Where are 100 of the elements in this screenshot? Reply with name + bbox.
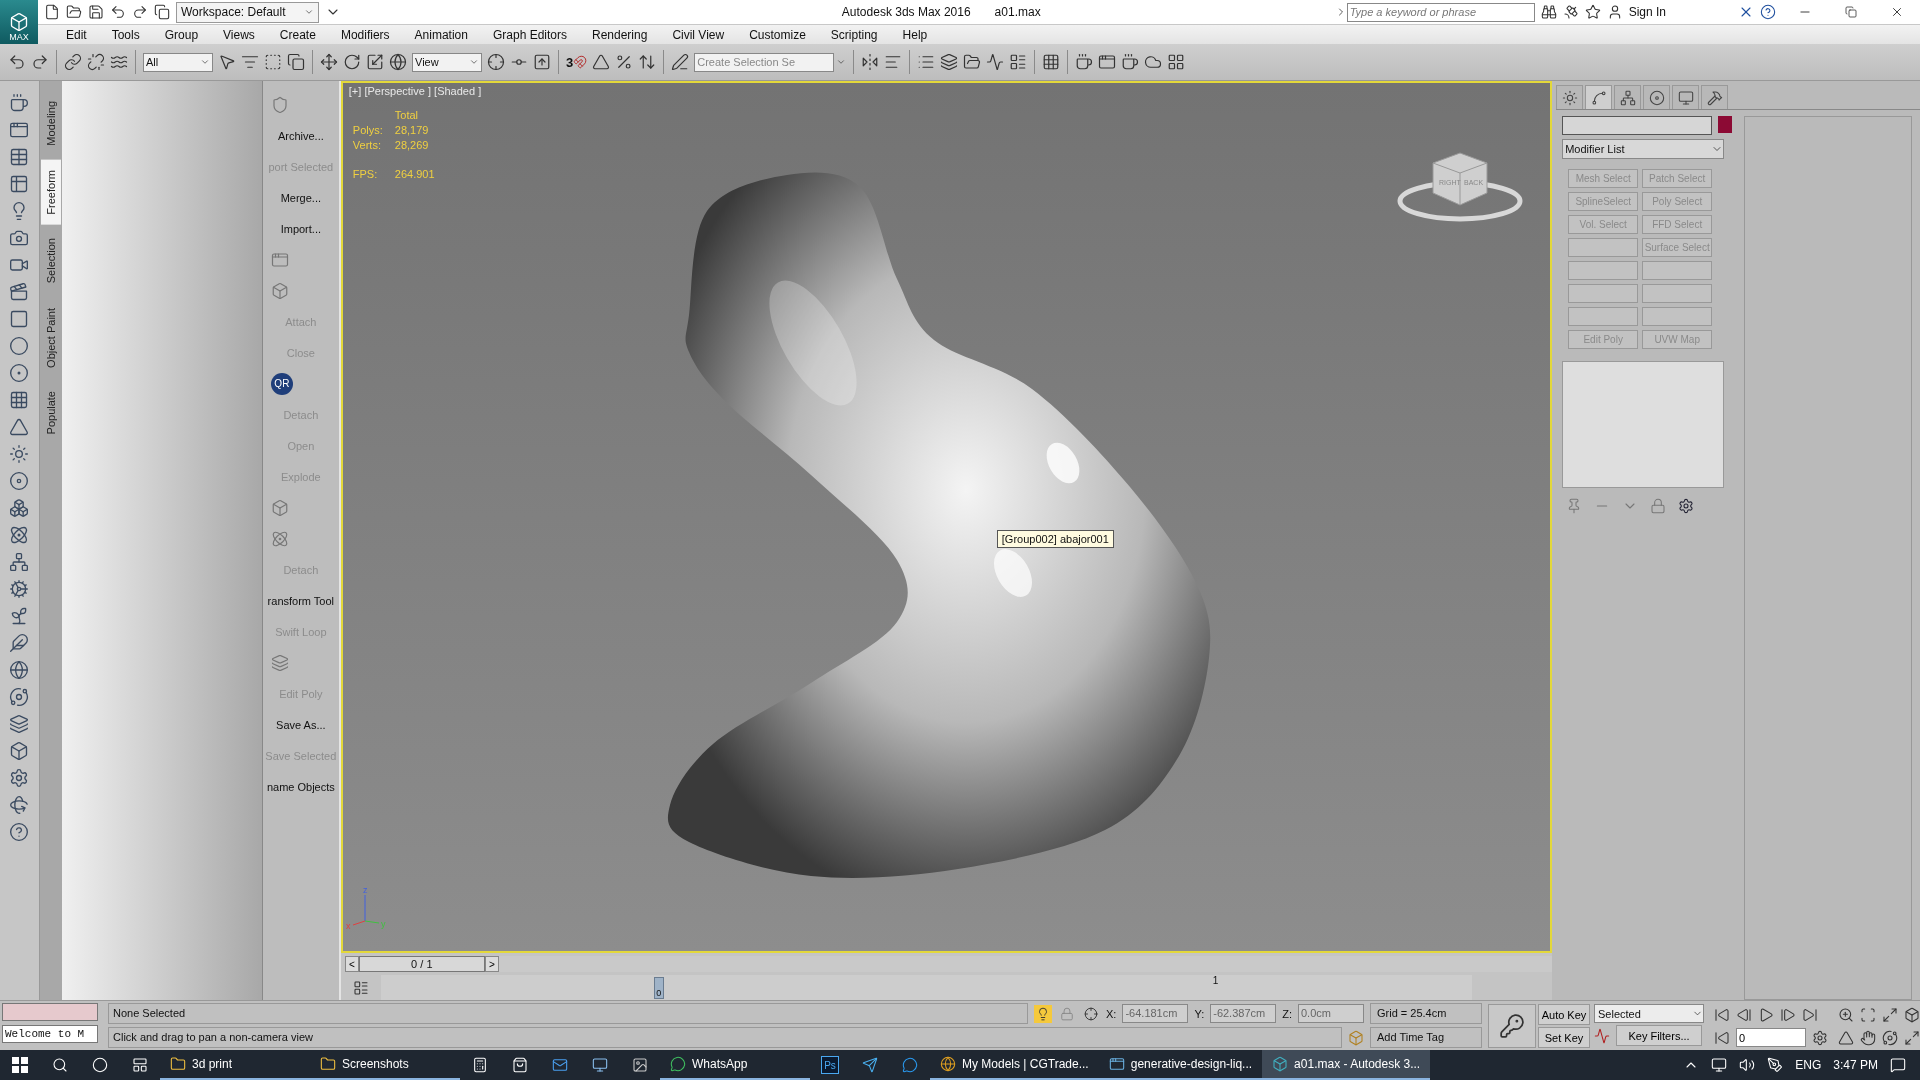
cube-icon[interactable] bbox=[9, 12, 29, 32]
ribbon-tab[interactable]: Freeform bbox=[40, 159, 61, 225]
scale-icon[interactable] bbox=[366, 53, 384, 71]
quad-badge[interactable]: QR bbox=[270, 372, 293, 395]
monitor-icon[interactable] bbox=[1677, 89, 1694, 106]
key-set-dropdown[interactable]: Selected bbox=[1594, 1004, 1704, 1023]
taskbar-app[interactable]: a01.max - Autodesk 3... bbox=[1262, 1050, 1431, 1080]
clapperboard-icon[interactable] bbox=[9, 282, 30, 302]
command-item[interactable]: Import... bbox=[262, 213, 339, 244]
new-file-icon[interactable] bbox=[44, 4, 60, 20]
percent-snap-icon[interactable] bbox=[615, 53, 634, 71]
unlink-icon[interactable] bbox=[87, 53, 105, 71]
menu-item[interactable]: Animation bbox=[402, 27, 481, 42]
selection-set-field[interactable]: Create Selection Se bbox=[694, 52, 835, 72]
coordinate-field[interactable]: -62.387cm bbox=[1210, 1004, 1277, 1023]
configure-icon[interactable] bbox=[1678, 498, 1695, 514]
undo-icon[interactable] bbox=[8, 53, 26, 71]
volume-icon[interactable] bbox=[1739, 1057, 1756, 1073]
hierarchy-icon[interactable] bbox=[9, 552, 30, 572]
go-to-end-icon[interactable] bbox=[1802, 1006, 1818, 1023]
mail-icon[interactable] bbox=[552, 1057, 568, 1073]
pan-icon[interactable] bbox=[1860, 1029, 1876, 1046]
caret-icon[interactable] bbox=[200, 57, 210, 67]
sign-in-link[interactable]: Sign In bbox=[1628, 5, 1666, 19]
search-field[interactable]: Type a keyword or phrase bbox=[1346, 2, 1535, 22]
list-icon[interactable] bbox=[917, 53, 936, 71]
modifier-list-dropdown[interactable]: Modifier List bbox=[1562, 139, 1725, 159]
photoshop-icon[interactable]: Ps bbox=[821, 1056, 839, 1074]
sun-icon[interactable] bbox=[9, 444, 30, 464]
curve-editor-icon[interactable] bbox=[352, 979, 369, 996]
orbit-icon[interactable] bbox=[1882, 1029, 1898, 1046]
sun-icon[interactable] bbox=[1561, 89, 1578, 106]
store-icon[interactable] bbox=[512, 1057, 528, 1073]
link-icon[interactable] bbox=[64, 53, 82, 71]
cube-icon[interactable] bbox=[1272, 1056, 1289, 1072]
previous-frame-icon[interactable] bbox=[1736, 1006, 1752, 1023]
hammer-icon[interactable] bbox=[1706, 89, 1723, 106]
close-icon[interactable] bbox=[1890, 5, 1904, 19]
coordinate-field[interactable]: -64.181cm bbox=[1122, 1004, 1189, 1023]
caret-icon[interactable] bbox=[303, 7, 314, 17]
chat-icon[interactable] bbox=[902, 1057, 918, 1073]
grid-icon[interactable] bbox=[9, 174, 30, 194]
menu-item[interactable]: Views bbox=[211, 27, 268, 42]
set-key-mode-button[interactable]: Set Key bbox=[1538, 1027, 1590, 1048]
time-config-icon[interactable] bbox=[1812, 1029, 1828, 1046]
menu-item[interactable]: Customize bbox=[737, 27, 819, 42]
undo-icon[interactable] bbox=[110, 4, 126, 20]
rotate-icon[interactable] bbox=[343, 53, 361, 71]
command-item[interactable]: Merge... bbox=[262, 182, 339, 213]
command-item[interactable]: Save As... bbox=[262, 709, 339, 740]
set-key-button[interactable] bbox=[1488, 1004, 1536, 1048]
chat-icon[interactable] bbox=[670, 1056, 686, 1072]
snap-toggle[interactable]: 3 bbox=[566, 54, 588, 70]
settings-icon[interactable] bbox=[9, 768, 30, 788]
restore-icon[interactable] bbox=[1845, 6, 1857, 18]
time-tag-field[interactable]: Add Time Tag bbox=[1370, 1027, 1482, 1048]
save-icon[interactable] bbox=[88, 4, 104, 20]
mirror-icon[interactable] bbox=[861, 53, 880, 71]
object-name-field[interactable] bbox=[1562, 116, 1713, 135]
panel-tab[interactable] bbox=[1701, 85, 1729, 109]
language-indicator[interactable]: ENG bbox=[1795, 1058, 1822, 1072]
calculator-icon[interactable] bbox=[472, 1057, 488, 1073]
help-icon[interactable] bbox=[1760, 4, 1776, 20]
ribbon-tab[interactable]: Object Paint bbox=[40, 297, 61, 378]
select-object-icon[interactable] bbox=[218, 53, 236, 71]
panel-tab[interactable] bbox=[1614, 85, 1642, 109]
play-icon[interactable] bbox=[1758, 1006, 1774, 1023]
cloud-icon[interactable] bbox=[1144, 53, 1163, 71]
hierarchy-icon[interactable] bbox=[1619, 89, 1636, 106]
paper-plane-icon[interactable] bbox=[862, 1057, 878, 1073]
next-frame-icon[interactable] bbox=[1780, 1006, 1796, 1023]
folder-icon[interactable] bbox=[320, 1056, 336, 1072]
zoom-all-icon[interactable] bbox=[1860, 1006, 1876, 1023]
ribbon-tab[interactable]: Modeling bbox=[40, 91, 61, 156]
menu-item[interactable]: Group bbox=[152, 27, 212, 42]
edit-selection-icon[interactable] bbox=[671, 53, 690, 71]
menu-item[interactable]: Graph Editors bbox=[480, 27, 580, 42]
maximize-viewport-icon[interactable] bbox=[1904, 1029, 1920, 1046]
go-to-start-icon[interactable] bbox=[1714, 1006, 1730, 1023]
zoom-extents-icon[interactable] bbox=[1882, 1006, 1898, 1023]
workspace-dropdown[interactable]: Workspace: Default bbox=[176, 1, 319, 23]
menu-item[interactable]: Help bbox=[890, 27, 941, 42]
gallery-icon[interactable] bbox=[1167, 53, 1186, 71]
script-output[interactable]: Welcome to M bbox=[2, 1025, 98, 1043]
object-color-swatch[interactable] bbox=[1718, 116, 1733, 133]
help-icon[interactable] bbox=[9, 822, 30, 842]
layers-icon[interactable] bbox=[940, 53, 959, 71]
command-item[interactable]: Archive... bbox=[262, 120, 339, 151]
viewport-label[interactable]: [+] [Perspective ] [Shaded ] bbox=[348, 85, 482, 97]
task-view-icon[interactable] bbox=[132, 1057, 148, 1073]
monitor-icon[interactable] bbox=[592, 1057, 608, 1073]
star-icon[interactable] bbox=[1584, 4, 1601, 20]
menu-item[interactable]: Tools bbox=[99, 27, 153, 42]
panel-tab[interactable] bbox=[1643, 85, 1671, 109]
key-filters-button[interactable]: Key Filters... bbox=[1616, 1025, 1702, 1046]
panel-tab[interactable] bbox=[1672, 85, 1700, 109]
open-icon[interactable] bbox=[66, 4, 82, 20]
frame-window-icon[interactable] bbox=[1098, 53, 1117, 71]
application-button[interactable]: MAX bbox=[0, 0, 38, 44]
notifications-icon[interactable] bbox=[1890, 1057, 1906, 1073]
